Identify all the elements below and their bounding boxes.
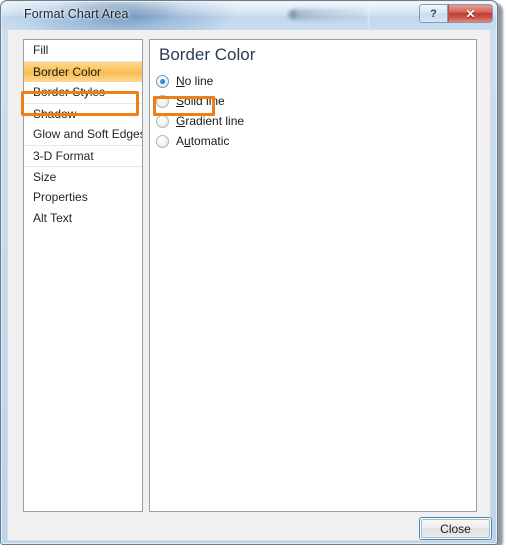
content-heading: Border Color [159,45,256,64]
category-item-label: Properties [33,190,88,204]
accel-key: u [184,134,191,148]
category-item-size[interactable]: Size [24,166,142,187]
background-window-blur-artifact [292,9,364,20]
accel-key: N [176,74,185,88]
screen: Format Chart Area ? ✕ Fill Border Color … [0,0,506,553]
category-item-glow-and-soft-edges[interactable]: Glow and Soft Edges [24,124,142,145]
category-item-label: 3-D Format [33,149,94,163]
category-item-label: Size [33,170,57,184]
caption-button-group: ? ✕ [419,4,493,23]
category-item-shadow[interactable]: Shadow [24,103,142,124]
category-item-label: Fill [33,43,49,57]
title-bar[interactable]: Format Chart Area ? ✕ [2,2,496,30]
radio-option-automatic[interactable]: Automatic [156,131,244,151]
radio-button-icon[interactable] [156,94,169,108]
accel-key: G [176,114,186,128]
category-item-label: Shadow [33,107,77,121]
category-item-fill[interactable]: Fill [24,40,142,61]
dialog-window: Format Chart Area ? ✕ Fill Border Color … [0,0,498,545]
category-item-label: Border Color [33,65,102,79]
radio-option-label: Solid line [176,94,225,108]
desktop-background [0,545,506,553]
close-window-icon-button[interactable]: ✕ [448,4,493,23]
background-window-blur-icon-artifact [288,10,297,19]
category-item-label: Border Styles [33,85,106,99]
radio-option-gradient-line[interactable]: Gradient line [156,111,244,131]
category-item-label: Glow and Soft Edges [33,127,143,141]
category-item-properties[interactable]: Properties [24,187,142,208]
radio-option-solid-line[interactable]: Solid line [156,91,244,111]
category-list[interactable]: Fill Border Color Border Styles Shadow G… [23,39,143,512]
content-panel: Border Color No line Solid line Gradient… [149,39,477,512]
radio-button-icon[interactable] [156,74,169,88]
radio-option-label: Gradient line [176,114,245,128]
radio-option-label: No line [176,74,214,88]
accel-key: S [176,94,185,108]
window-title: Format Chart Area [24,7,129,21]
close-button-label: Close [421,519,490,538]
border-color-radio-group[interactable]: No line Solid line Gradient line Automat… [156,71,244,151]
dialog-client-area: Fill Border Color Border Styles Shadow G… [7,30,492,541]
help-icon-button[interactable]: ? [419,4,448,23]
category-item-border-color[interactable]: Border Color [24,61,142,82]
background-window-edge-artifact [368,2,369,30]
radio-button-icon[interactable] [156,134,169,148]
category-item-label: Alt Text [33,211,73,225]
radio-button-icon[interactable] [156,114,169,128]
radio-option-no-line[interactable]: No line [156,71,244,91]
category-item-alt-text[interactable]: Alt Text [24,208,142,229]
category-item-3d-format[interactable]: 3-D Format [24,145,142,166]
close-button[interactable]: Close [419,517,492,540]
category-item-border-styles[interactable]: Border Styles [24,82,142,103]
radio-option-label: Automatic [176,134,230,148]
